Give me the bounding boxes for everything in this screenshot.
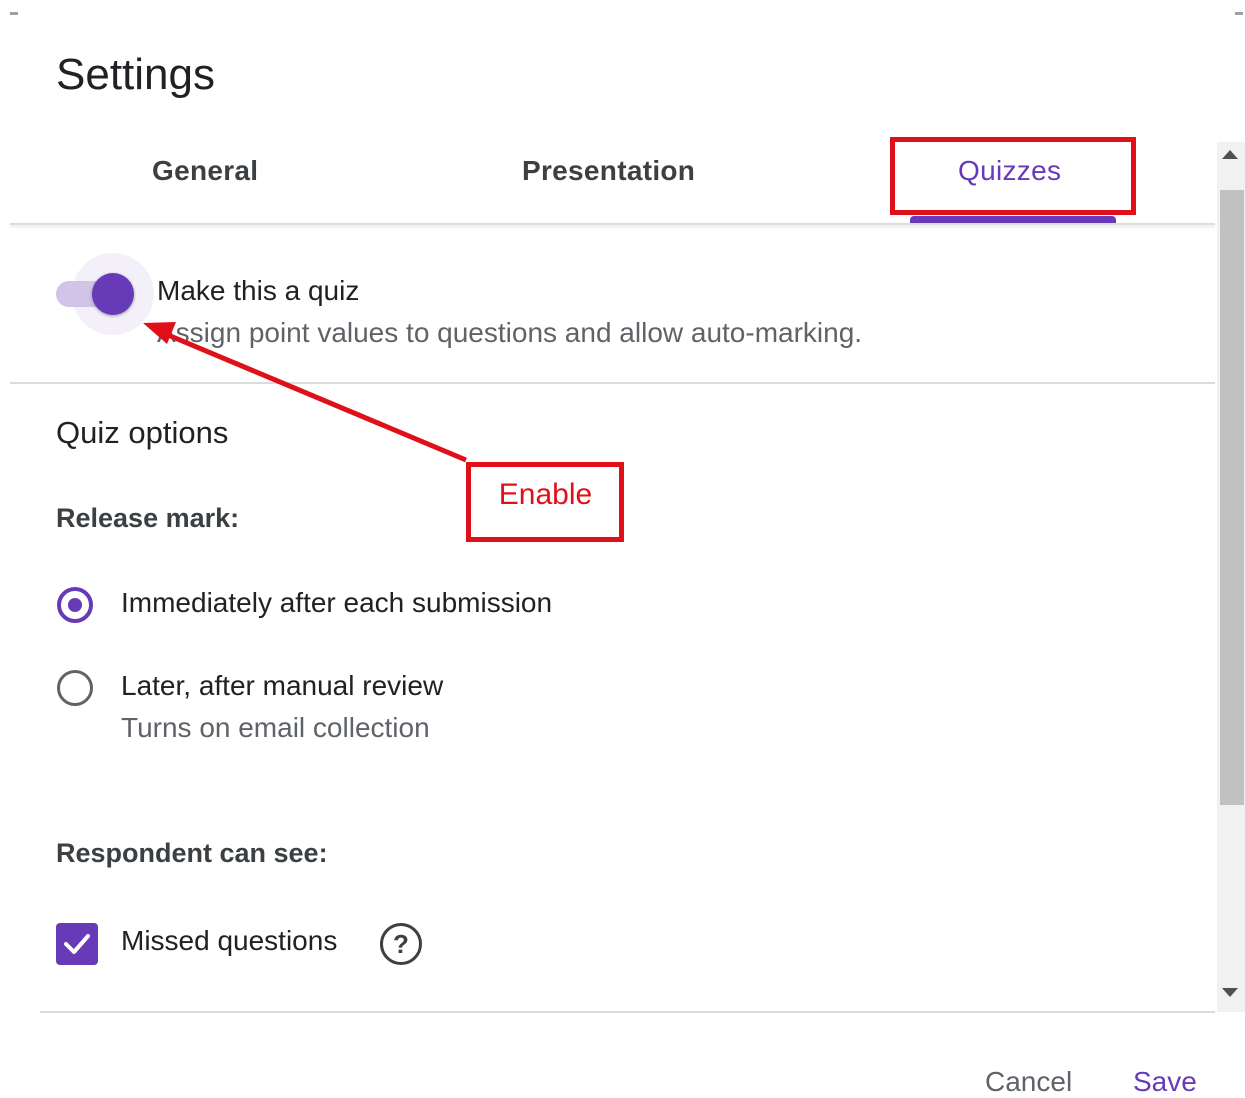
annotation-arrow-icon [143,322,467,463]
